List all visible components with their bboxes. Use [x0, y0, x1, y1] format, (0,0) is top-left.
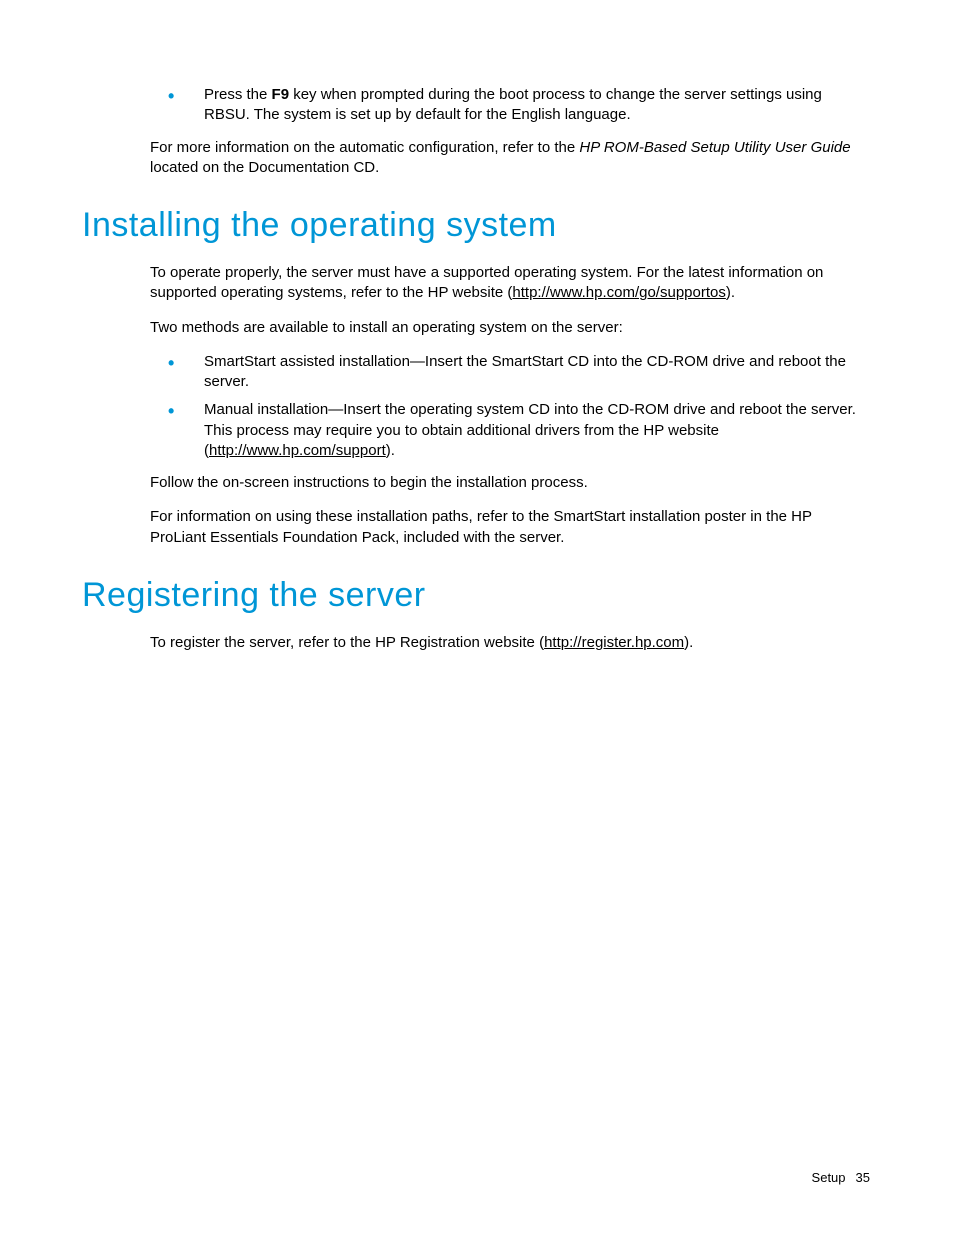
key-name: F9 — [272, 86, 290, 103]
paragraph: To register the server, refer to the HP … — [150, 633, 870, 653]
install-methods-list: SmartStart assisted installation—Insert … — [82, 352, 870, 461]
paragraph: To operate properly, the server must hav… — [150, 263, 870, 304]
text: For more information on the automatic co… — [150, 139, 579, 156]
list-item: Manual installation—Insert the operating… — [168, 400, 870, 461]
footer-section: Setup — [812, 1170, 846, 1185]
intro-paragraph: For more information on the automatic co… — [150, 138, 870, 179]
text: located on the Documentation CD. — [150, 159, 379, 176]
paragraph: Follow the on-screen instructions to beg… — [150, 473, 870, 493]
text: ). — [684, 634, 693, 651]
paragraph: For information on using these installat… — [150, 507, 870, 548]
intro-bullet-list: Press the F9 key when prompted during th… — [82, 85, 870, 126]
footer-page-number: 35 — [856, 1170, 870, 1185]
text: To register the server, refer to the HP … — [150, 634, 544, 651]
document-page: Press the F9 key when prompted during th… — [0, 0, 954, 653]
guide-title: HP ROM-Based Setup Utility User Guide — [579, 139, 850, 156]
page-footer: Setup 35 — [812, 1170, 870, 1185]
text: ). — [726, 284, 735, 301]
heading-installing-os: Installing the operating system — [82, 206, 870, 245]
support-link[interactable]: http://www.hp.com/support — [209, 442, 386, 459]
text: Press the — [204, 86, 272, 103]
intro-bullet-item: Press the F9 key when prompted during th… — [168, 85, 870, 126]
paragraph: Two methods are available to install an … — [150, 318, 870, 338]
heading-registering-server: Registering the server — [82, 576, 870, 615]
supportos-link[interactable]: http://www.hp.com/go/supportos — [512, 284, 725, 301]
list-item: SmartStart assisted installation—Insert … — [168, 352, 870, 393]
text: key when prompted during the boot proces… — [204, 86, 822, 123]
text: ). — [386, 442, 395, 459]
register-link[interactable]: http://register.hp.com — [544, 634, 684, 651]
